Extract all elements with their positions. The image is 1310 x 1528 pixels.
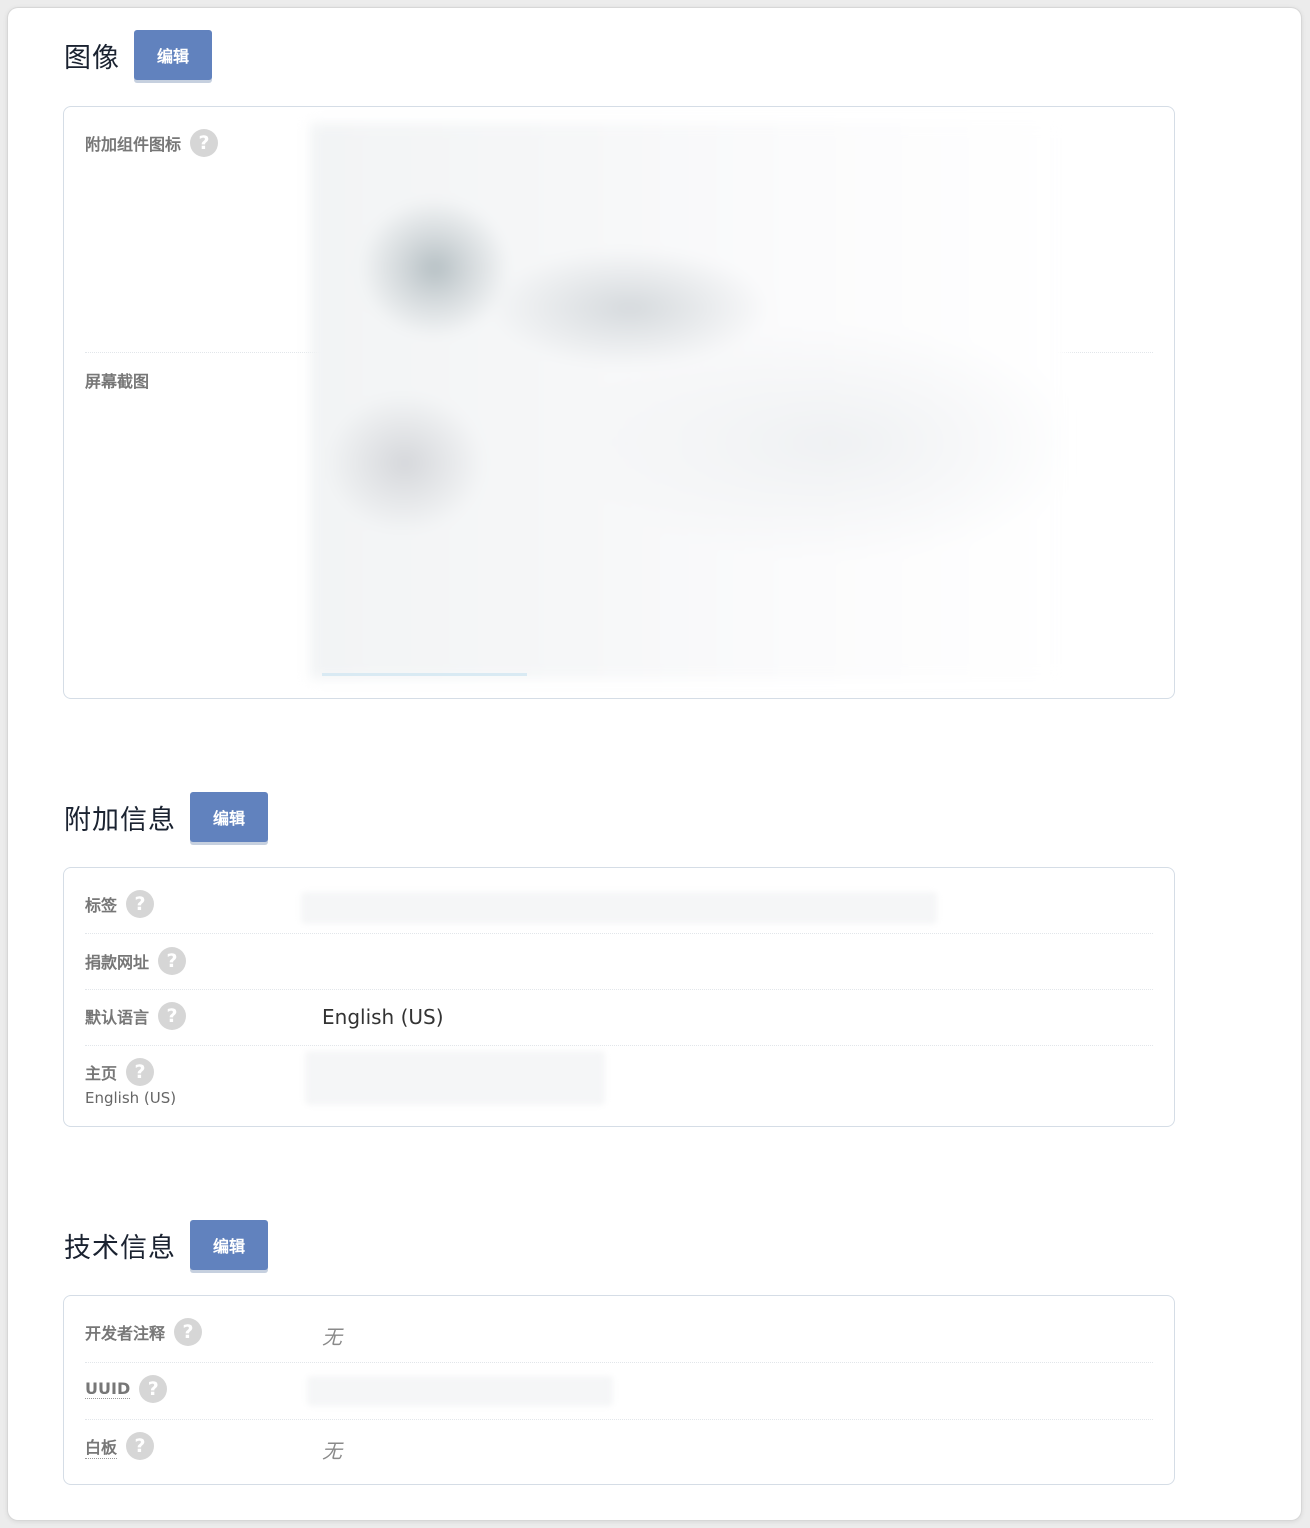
tags-value-redacted [301,892,937,924]
developer-comments-row: 开发者注释 ? 无 [85,1296,1153,1363]
uuid-label-text: UUID [85,1379,131,1399]
homepage-value-redacted [305,1051,605,1105]
images-panel: 附加组件图标 ? 屏幕截图 [63,106,1175,699]
help-icon[interactable]: ? [126,1432,155,1460]
help-icon[interactable]: ? [126,1058,155,1086]
additional-section-header: 附加信息 编辑 [64,790,268,844]
whiteboard-label-text: 白板 [85,1434,118,1459]
additional-panel: 标签 ? 捐款网址 ? 默认语言 ? English (US) 主页 ? Eng… [63,867,1175,1127]
default-locale-value: English (US) [322,1005,444,1029]
additional-edit-button[interactable]: 编辑 [190,792,268,842]
addon-icon-label-text: 附加组件图标 [85,135,182,154]
uuid-label: UUID ? [85,1375,168,1403]
whiteboard-value: 无 [322,1439,342,1463]
help-icon[interactable]: ? [190,129,219,157]
screenshots-label-text: 屏幕截图 [85,372,150,391]
default-locale-label-text: 默认语言 [85,1008,150,1027]
technical-edit-button[interactable]: 编辑 [190,1220,268,1270]
developer-comments-value: 无 [322,1325,342,1349]
addon-icon-label: 附加组件图标 ? [85,129,219,157]
contributions-url-label: 捐款网址 ? [85,947,187,975]
help-icon[interactable]: ? [126,890,155,918]
whiteboard-row: 白板 ? 无 [85,1419,1153,1483]
help-icon[interactable]: ? [158,947,187,975]
technical-section-header: 技术信息 编辑 [64,1218,268,1272]
homepage-label: 主页 ? [85,1058,155,1086]
homepage-locale-sublabel: English (US) [85,1089,177,1107]
contributions-url-label-text: 捐款网址 [85,953,150,972]
content-window: 图像 编辑 附加组件图标 ? 屏幕截图 附加信息 编辑 标签 ? 捐款网址 ? … [8,8,1301,1520]
whiteboard-label: 白板 ? [85,1432,155,1460]
contributions-url-row: 捐款网址 ? [85,933,1153,990]
tags-label-text: 标签 [85,896,118,915]
default-locale-row: 默认语言 ? English (US) [85,989,1153,1046]
addon-image-preview[interactable] [310,123,1066,679]
screenshots-label: 屏幕截图 [85,368,149,392]
help-icon[interactable]: ? [158,1002,187,1030]
technical-panel: 开发者注释 ? 无 UUID ? 白板 ? 无 [63,1295,1175,1485]
images-section-header: 图像 编辑 [64,28,212,82]
tags-label: 标签 ? [85,890,155,918]
images-section-title: 图像 [64,42,120,74]
technical-section-title: 技术信息 [64,1232,176,1264]
homepage-label-text: 主页 [85,1064,118,1083]
default-locale-label: 默认语言 ? [85,1002,187,1030]
help-icon[interactable]: ? [139,1375,168,1403]
developer-comments-label: 开发者注释 ? [85,1318,203,1346]
uuid-row: UUID ? [85,1362,1153,1420]
help-icon[interactable]: ? [174,1318,203,1346]
additional-section-title: 附加信息 [64,804,176,836]
images-edit-button[interactable]: 编辑 [134,30,212,80]
image-scroll-indicator [322,673,527,676]
tags-row: 标签 ? [85,868,1153,934]
uuid-value-redacted [307,1376,613,1406]
developer-comments-label-text: 开发者注释 [85,1324,166,1343]
homepage-row: 主页 ? English (US) [85,1045,1153,1127]
